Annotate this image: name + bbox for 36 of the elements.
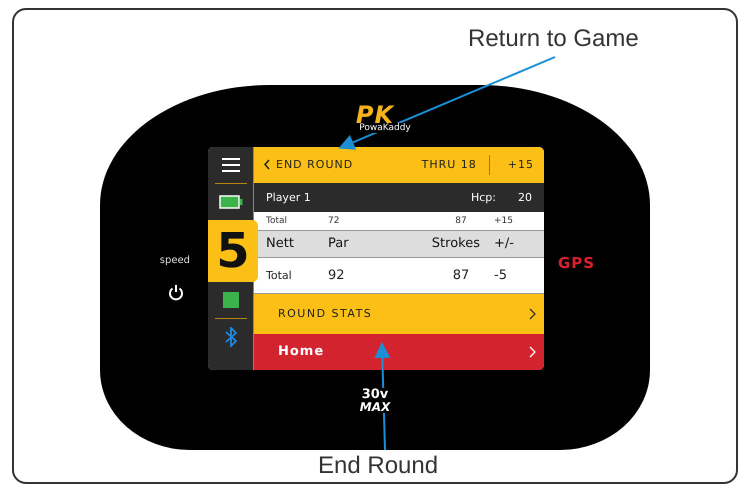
menu-item[interactable]: ROUND STATS <box>254 294 544 334</box>
table-cell-text: 87 <box>452 268 470 283</box>
callout-label: End Round <box>318 452 438 480</box>
callout-label: Return to Game <box>468 25 639 53</box>
player-name: Player 1 <box>266 190 311 204</box>
model-number: 30v <box>360 388 390 401</box>
power-icon[interactable] <box>168 284 184 301</box>
brand-name: PowaKaddy <box>357 122 413 132</box>
column-header: Par <box>328 236 350 252</box>
table-cell-text: -5 <box>494 268 508 283</box>
holes-played: THRU 18 <box>422 158 478 172</box>
table-cell-text: 87 <box>454 216 468 226</box>
table-cell-text: 92 <box>328 268 346 283</box>
table-cell-text: 72 <box>328 216 340 226</box>
gps-label: GPS <box>558 254 596 272</box>
column-header: +/- <box>494 236 515 252</box>
handicap-label: Hcp: <box>470 190 496 204</box>
battery-icon <box>218 195 242 209</box>
bluetooth-icon <box>224 327 236 347</box>
chevron-right-icon <box>529 308 536 320</box>
speed-setting[interactable]: 5 <box>208 220 258 282</box>
end-round-button[interactable]: END ROUND <box>264 158 354 172</box>
column-header: Nett <box>266 236 295 252</box>
chevron-left-icon <box>264 159 270 170</box>
stop-icon[interactable] <box>222 292 238 308</box>
menu-item[interactable]: Home <box>254 334 544 370</box>
handicap-value: 20 <box>518 190 532 204</box>
score-total: +15 <box>506 158 534 172</box>
chevron-right-icon <box>529 346 536 358</box>
column-header: Strokes <box>430 236 481 252</box>
table-cell-text: Total <box>266 216 288 226</box>
menu-icon[interactable] <box>222 158 240 172</box>
table-cell-text: Total <box>266 268 293 282</box>
speed-label: speed <box>160 255 190 266</box>
model-name: MAX <box>358 401 392 413</box>
table-cell-text: +15 <box>494 216 514 226</box>
